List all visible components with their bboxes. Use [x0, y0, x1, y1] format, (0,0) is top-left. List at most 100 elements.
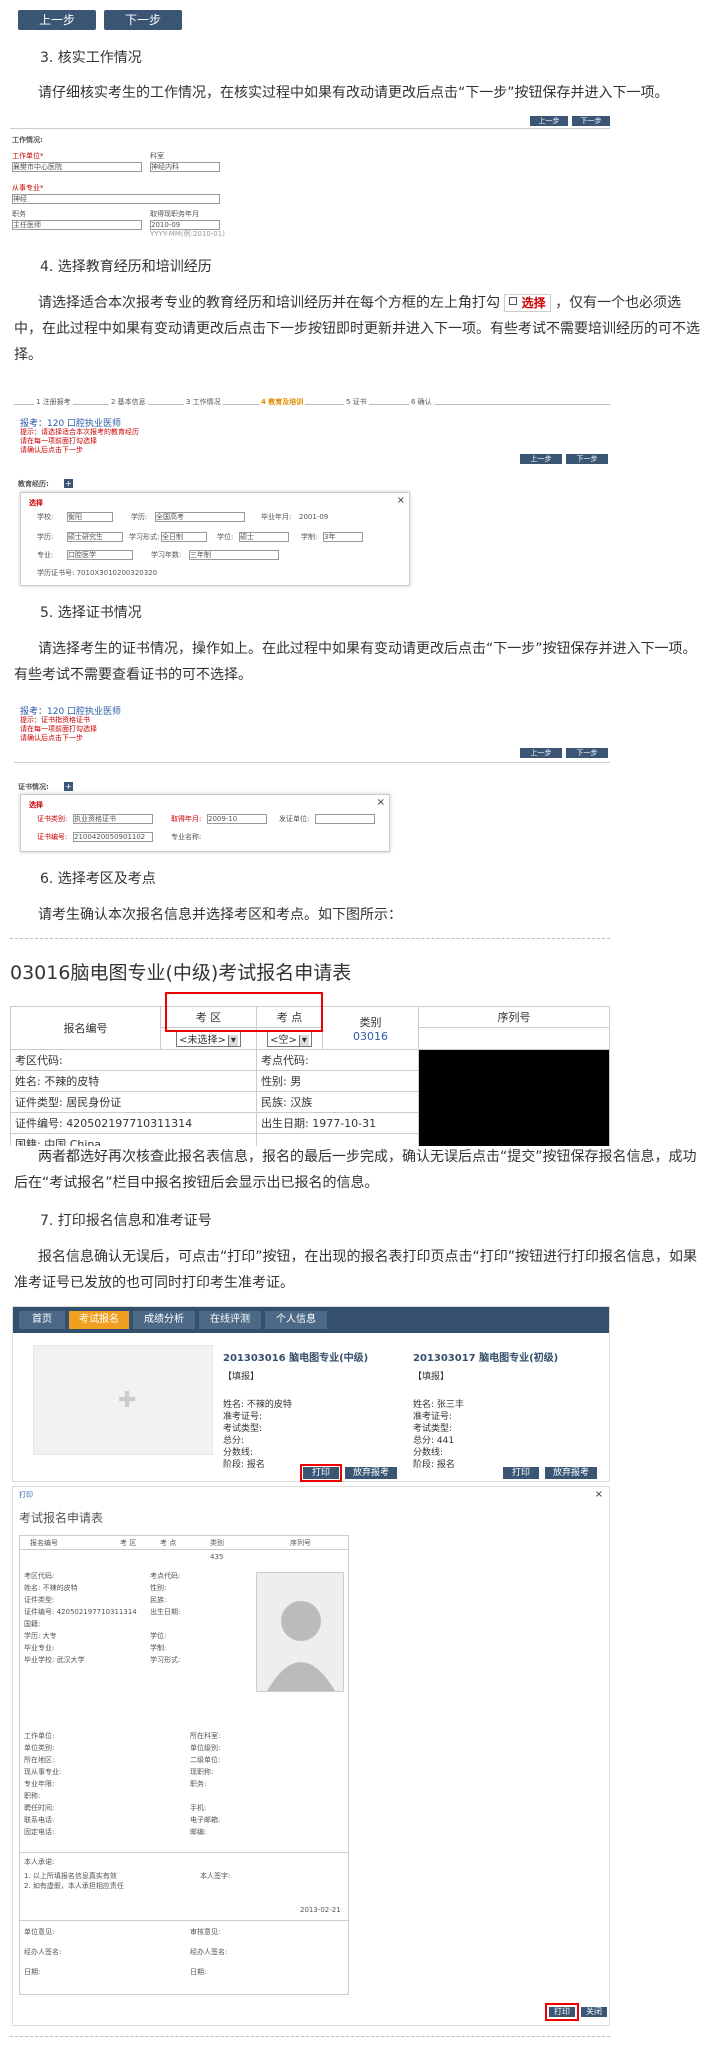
row-name: 姓名: 不辣的皮特	[10, 1070, 257, 1092]
edu-r1-l2: 学历:	[131, 513, 148, 521]
shot5-note2: 请在每一项前面打勾选择	[20, 725, 97, 733]
edu-steps-screenshot: 1 注册报考 2 基本信息 3 工作情况 4 教育及培训 5 证书 6 确认 报…	[14, 392, 610, 464]
row-idno: 证件编号: 420502197710311314	[10, 1112, 257, 1134]
shot3-section: 工作情况:	[12, 136, 43, 144]
print-dialog-title: 打印	[19, 1491, 33, 1499]
nav-score: 成绩分析	[133, 1311, 195, 1329]
photo-placeholder	[418, 1049, 610, 1146]
step-6: 6 确认	[409, 398, 434, 407]
print-hdr-4: 序列号	[290, 1539, 311, 1547]
step-1: 1 注册报考	[34, 398, 73, 407]
print-left-1: 姓名: 不辣的皮特	[24, 1584, 78, 1592]
print-left-11: 现从事专业:	[24, 1768, 62, 1776]
chevron-down-icon: ▾	[298, 1035, 309, 1046]
print-left-2: 证件类型:	[24, 1596, 55, 1604]
card2-print-button[interactable]: 打印	[503, 1467, 539, 1479]
highlight-box	[165, 992, 323, 1032]
cert-r1-v1: 执业资格证书	[73, 814, 153, 824]
shot3-prev-button: 上一步	[530, 116, 568, 126]
shot4-select: 选择	[29, 499, 43, 507]
nav-profile: 个人信息	[265, 1311, 327, 1329]
shot4-next-button: 下一步	[566, 454, 608, 464]
section6b-para: 两者都选好再次核查此报名表信息，报名的最后一步完成，确认无误后点击“提交”按钮保…	[14, 1149, 697, 1191]
section4-para: 请选择适合本次报考专业的教育经历和培训经历并在每个方框的左上角打勾 选择 ，仅有…	[14, 290, 704, 368]
print-sign-1: 审核意见:	[190, 1928, 221, 1936]
edu-r2-l3: 学位:	[217, 533, 234, 541]
col-type: 类别 03016	[322, 1006, 419, 1050]
edu-r1-v2: 全国高考	[155, 512, 245, 522]
print-hdr-0: 报名编号	[30, 1539, 58, 1547]
cert-r1-v2: 2009-10	[207, 814, 267, 824]
print-left-12: 专业年限:	[24, 1780, 55, 1788]
cert-r1-l2: 取得年月:	[171, 815, 202, 823]
shot3-date: 2010-09	[150, 220, 220, 230]
shot3-v3: 神经	[12, 194, 220, 204]
area-select[interactable]: <未选择> ▾	[176, 1030, 241, 1047]
card2-tag: 【填报】	[413, 1372, 450, 1382]
print-hdr-2: 考 点	[160, 1539, 177, 1547]
edu-r2-l1: 学历:	[37, 533, 54, 541]
prev-step-button[interactable]: 上一步	[18, 10, 96, 30]
print-right-13: 电子邮箱:	[190, 1816, 221, 1824]
edu-r1-v1: 衡阳	[67, 512, 113, 522]
print-left-3: 证件编号: 420502197710311314	[24, 1608, 137, 1616]
shot3-v4: 主任医师	[12, 220, 142, 230]
section3-heading: 3. 核实工作情况	[40, 50, 142, 66]
section3-para: 请仔细核实考生的工作情况，在核实过程中如果有改动请更改后点击“下一步”按钮保存并…	[38, 85, 669, 101]
nav-test: 在线评测	[199, 1311, 261, 1329]
edu-r3-v1: 口腔医学	[67, 550, 133, 560]
highlight-box	[545, 2003, 579, 2021]
shot3-date-label: 取得现职务年月	[150, 210, 199, 218]
shot3-v2: 神经内科	[150, 162, 220, 172]
section4-para1: 请选择适合本次报考专业的教育经历和培训经历并在每个方框的左上角打勾	[38, 295, 500, 311]
edu-r3-v2: 三年制	[189, 550, 279, 560]
section4-heading: 4. 选择教育经历和培训经历	[40, 259, 212, 275]
print-right-7: 所在科室:	[190, 1732, 221, 1740]
edu-r2-l4: 学制:	[301, 533, 318, 541]
shot3-f3: 从事专业*	[12, 184, 44, 192]
row-idtype: 证件类型: 居民身份证	[10, 1091, 257, 1113]
card2-line2: 准考证号:	[413, 1412, 453, 1422]
nav-exam-apply: 考试报名	[69, 1311, 129, 1329]
print-left-13: 职称:	[24, 1792, 41, 1800]
print-sign: 本人签字:	[200, 1872, 231, 1880]
card1-line4: 总分:	[223, 1436, 245, 1446]
row-site-code: 考点代码:	[256, 1049, 419, 1071]
card1-tag: 【填报】	[223, 1372, 260, 1382]
print-left-9: 单位类别:	[24, 1744, 55, 1752]
select-word: 选择	[521, 296, 546, 310]
site-select[interactable]: <空> ▾	[267, 1030, 312, 1047]
cert-r2-l1: 证书编号:	[37, 833, 68, 841]
card1-cancel-button[interactable]: 放弃报考	[345, 1467, 397, 1479]
image-placeholder: ✚	[33, 1345, 213, 1455]
print-right-8: 单位级别:	[190, 1744, 221, 1752]
print-right-1: 性别:	[150, 1584, 167, 1592]
edu-r3-l1: 专业:	[37, 551, 54, 559]
print-left-8: 工作单位:	[24, 1732, 55, 1740]
print-code: 435	[210, 1553, 224, 1561]
next-step-button[interactable]: 下一步	[104, 10, 182, 30]
step-2: 2 基本信息	[109, 398, 148, 407]
cert-r1-l1: 证书类别:	[37, 815, 68, 823]
card2-cancel-button[interactable]: 放弃报考	[545, 1467, 597, 1479]
print-right-9: 二级单位:	[190, 1756, 221, 1764]
step-3: 3 工作情况	[184, 398, 223, 407]
shot5-select: 选择	[29, 801, 43, 809]
add-icon: +	[64, 782, 73, 791]
print-right-5: 学制:	[150, 1644, 167, 1652]
row-birth: 出生日期: 1977-10-31	[256, 1112, 419, 1134]
print-sign-0: 单位意见:	[24, 1928, 55, 1936]
close-button[interactable]: 关闭	[581, 2007, 607, 2017]
print-right-11: 职务:	[190, 1780, 207, 1788]
print-form-title: 考试报名申请表	[19, 1511, 104, 1525]
section6-heading: 6. 选择考区及考点	[40, 871, 156, 887]
edu-r2-v4: 3年	[323, 532, 363, 542]
edu-cert: 学历证书号: 7010X3010200320320	[37, 569, 158, 577]
print-left-10: 所在地区:	[24, 1756, 55, 1764]
col-seq: 序列号	[418, 1006, 610, 1028]
print-dialog-screenshot: 打印 × 考试报名申请表 报名编号 考 区 考 点 类别 序列号 435 考区代…	[12, 1486, 610, 2026]
print-foot-3: 2. 如有虚假，本人承担相应责任	[24, 1882, 124, 1890]
add-icon: +	[64, 479, 73, 488]
section5-para: 请选择考生的证书情况，操作如上。在此过程中如果有变动请更改后点击“下一步”按钮保…	[14, 641, 697, 683]
print-left-0: 考区代码:	[24, 1572, 55, 1580]
